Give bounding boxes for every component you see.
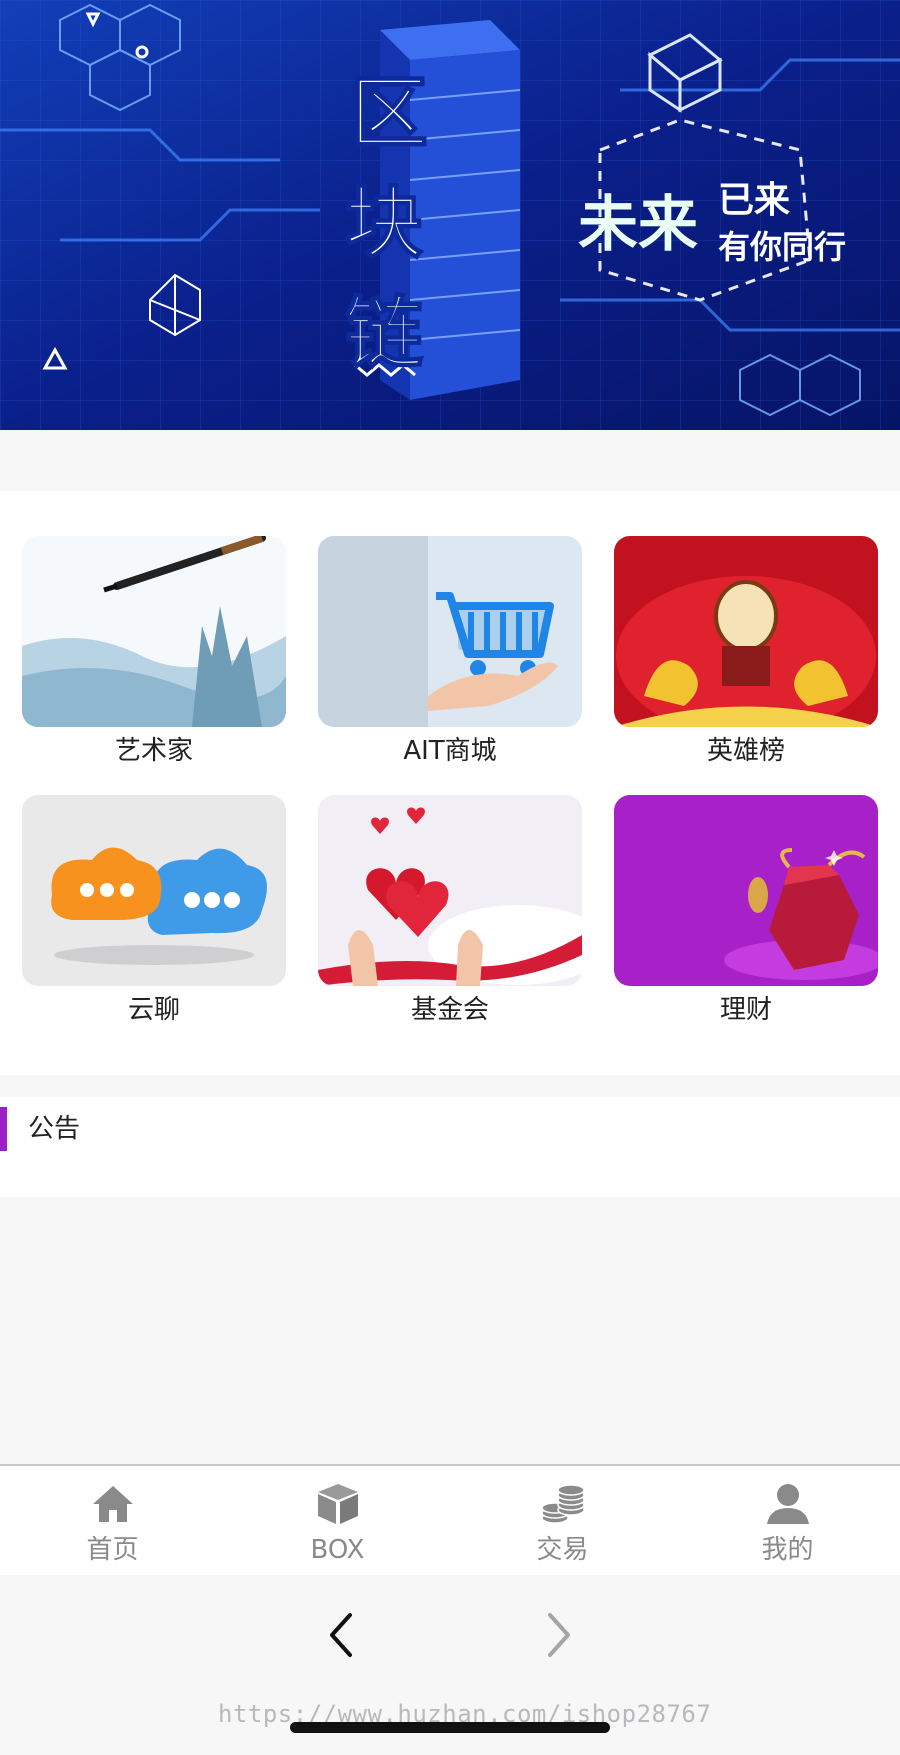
finance-thumbnail xyxy=(614,795,878,986)
tab-trade[interactable]: 交易 xyxy=(450,1466,675,1576)
banner-slogan-big: 未来 xyxy=(578,190,698,260)
chevron-left-icon[interactable] xyxy=(312,1605,372,1665)
tab-label: 交易 xyxy=(536,1535,589,1565)
feature-grid: 艺术家 AIT商城 英雄榜 云聊 基金会 理财 xyxy=(0,491,900,1075)
tab-label: 首页 xyxy=(86,1535,139,1565)
grid-item-label: AIT商城 xyxy=(403,736,497,766)
promo-banner[interactable]: 区 块 链 未来 已来 有你同行 xyxy=(0,0,900,430)
grid-item-finance[interactable]: 理财 xyxy=(614,795,878,1028)
grid-item-label: 艺术家 xyxy=(114,736,193,766)
home-indicator xyxy=(290,1722,610,1733)
tab-box[interactable]: BOX xyxy=(225,1466,450,1576)
banner-slogan-small-1: 已来 xyxy=(718,180,790,221)
notice-accent-bar xyxy=(0,1107,7,1151)
grid-item-artist[interactable]: 艺术家 xyxy=(22,536,286,769)
notice-title: 公告 xyxy=(28,1114,81,1144)
chat-thumbnail xyxy=(22,795,286,986)
grid-item-shop[interactable]: AIT商城 xyxy=(318,536,582,769)
tab-profile[interactable]: 我的 xyxy=(675,1466,900,1576)
coins-icon xyxy=(540,1484,585,1524)
grid-item-label: 基金会 xyxy=(410,995,489,1025)
grid-item-leaderboard[interactable]: 英雄榜 xyxy=(614,536,878,769)
tab-label: 我的 xyxy=(761,1535,814,1565)
tab-label: BOX xyxy=(310,1535,365,1565)
banner-graphic: 区 块 链 未来 已来 有你同行 xyxy=(0,0,900,430)
box-icon xyxy=(317,1484,358,1524)
grid-item-label: 英雄榜 xyxy=(706,736,785,766)
shop-thumbnail xyxy=(318,536,582,727)
user-icon xyxy=(766,1484,809,1524)
bottom-tab-bar: 首页 BOX 交易 我的 xyxy=(0,1464,900,1577)
foundation-thumbnail xyxy=(318,795,582,986)
tab-home[interactable]: 首页 xyxy=(0,1466,225,1576)
leaderboard-thumbnail xyxy=(614,536,878,727)
banner-char-2: 块 xyxy=(345,179,423,269)
chevron-right-icon[interactable] xyxy=(528,1605,588,1665)
artist-thumbnail xyxy=(22,536,286,727)
banner-char-3: 链 xyxy=(345,289,423,379)
grid-item-chat[interactable]: 云聊 xyxy=(22,795,286,1028)
grid-item-foundation[interactable]: 基金会 xyxy=(318,795,582,1028)
banner-char-1: 区 xyxy=(350,69,428,159)
banner-slogan-small-2: 有你同行 xyxy=(718,228,846,266)
grid-item-label: 理财 xyxy=(719,995,772,1025)
notice-section[interactable]: 公告 xyxy=(0,1097,900,1197)
home-icon xyxy=(92,1486,133,1522)
grid-item-label: 云聊 xyxy=(127,995,180,1025)
